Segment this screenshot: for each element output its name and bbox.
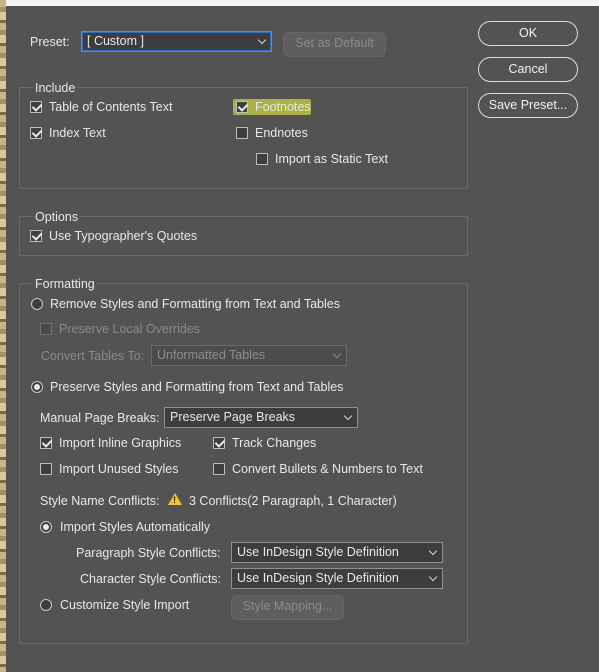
conflicts-label: Style Name Conflicts: bbox=[40, 494, 160, 508]
preset-select[interactable]: [ Custom ] bbox=[81, 31, 272, 52]
track-changes-checkbox[interactable] bbox=[213, 437, 225, 449]
unused-styles-label: Import Unused Styles bbox=[59, 462, 179, 476]
import-options-dialog: Preset: [ Custom ] Set as Default OK Can… bbox=[6, 6, 599, 672]
footnotes-checkbox[interactable] bbox=[236, 101, 248, 113]
style-mapping-button[interactable]: Style Mapping... bbox=[231, 595, 344, 620]
manual-breaks-value: Preserve Page Breaks bbox=[170, 410, 296, 424]
static-text-checkbox[interactable] bbox=[256, 153, 268, 165]
remove-styles-label: Remove Styles and Formatting from Text a… bbox=[50, 297, 340, 311]
para-conflicts-value: Use InDesign Style Definition bbox=[237, 545, 399, 559]
chevron-down-icon bbox=[257, 35, 267, 45]
preserve-styles-radio[interactable] bbox=[31, 381, 43, 393]
customize-radio[interactable] bbox=[40, 599, 52, 611]
unused-styles-checkbox[interactable] bbox=[40, 463, 52, 475]
preserve-overrides-label: Preserve Local Overrides bbox=[59, 322, 201, 336]
remove-styles-radio[interactable] bbox=[31, 298, 43, 310]
import-auto-label: Import Styles Automatically bbox=[60, 520, 211, 534]
convert-tables-value: Unformatted Tables bbox=[157, 348, 266, 362]
para-conflicts-select[interactable]: Use InDesign Style Definition bbox=[231, 542, 443, 563]
chevron-down-icon bbox=[332, 349, 342, 359]
typographers-quotes-checkbox[interactable] bbox=[30, 230, 42, 242]
preserve-overrides-checkbox[interactable] bbox=[40, 323, 52, 335]
preset-value: [ Custom ] bbox=[87, 34, 144, 48]
manual-breaks-select[interactable]: Preserve Page Breaks bbox=[164, 407, 358, 428]
preset-label: Preset: bbox=[30, 35, 70, 49]
footnotes-label: Footnotes bbox=[255, 100, 311, 114]
typographers-quotes-label: Use Typographer's Quotes bbox=[49, 229, 198, 243]
preserve-styles-label: Preserve Styles and Formatting from Text… bbox=[50, 380, 344, 394]
index-label: Index Text bbox=[49, 126, 106, 140]
convert-bullets-label: Convert Bullets & Numbers to Text bbox=[232, 462, 423, 476]
track-changes-label: Track Changes bbox=[232, 436, 317, 450]
chevron-down-icon bbox=[428, 546, 438, 556]
formatting-title: Formatting bbox=[33, 276, 97, 292]
options-title: Options bbox=[33, 209, 81, 225]
cancel-button[interactable]: Cancel bbox=[478, 57, 578, 82]
para-conflicts-label: Paragraph Style Conflicts: bbox=[76, 546, 221, 560]
set-as-default-button[interactable]: Set as Default bbox=[283, 32, 386, 57]
inline-graphics-checkbox[interactable] bbox=[40, 437, 52, 449]
ok-button[interactable]: OK bbox=[478, 21, 578, 46]
chevron-down-icon bbox=[343, 411, 353, 421]
save-preset-button[interactable]: Save Preset... bbox=[478, 93, 578, 118]
endnotes-label: Endnotes bbox=[255, 126, 308, 140]
endnotes-checkbox[interactable] bbox=[236, 127, 248, 139]
manual-breaks-label: Manual Page Breaks: bbox=[40, 411, 160, 425]
include-title: Include bbox=[33, 80, 78, 96]
toc-checkbox[interactable] bbox=[30, 101, 42, 113]
char-conflicts-value: Use InDesign Style Definition bbox=[237, 571, 399, 585]
customize-label: Customize Style Import bbox=[60, 598, 190, 612]
index-checkbox[interactable] bbox=[30, 127, 42, 139]
convert-tables-select[interactable]: Unformatted Tables bbox=[151, 345, 347, 366]
convert-tables-label: Convert Tables To: bbox=[41, 349, 145, 363]
conflicts-value: 3 Conflicts(2 Paragraph, 1 Character) bbox=[189, 494, 397, 508]
char-conflicts-label: Character Style Conflicts: bbox=[80, 572, 222, 586]
toc-label: Table of Contents Text bbox=[49, 100, 173, 114]
import-auto-radio[interactable] bbox=[40, 521, 52, 533]
char-conflicts-select[interactable]: Use InDesign Style Definition bbox=[231, 568, 443, 589]
convert-bullets-checkbox[interactable] bbox=[213, 463, 225, 475]
warning-icon-mark: ! bbox=[173, 495, 176, 505]
static-text-label: Import as Static Text bbox=[275, 152, 389, 166]
chevron-down-icon bbox=[428, 572, 438, 582]
inline-graphics-label: Import Inline Graphics bbox=[59, 436, 182, 450]
